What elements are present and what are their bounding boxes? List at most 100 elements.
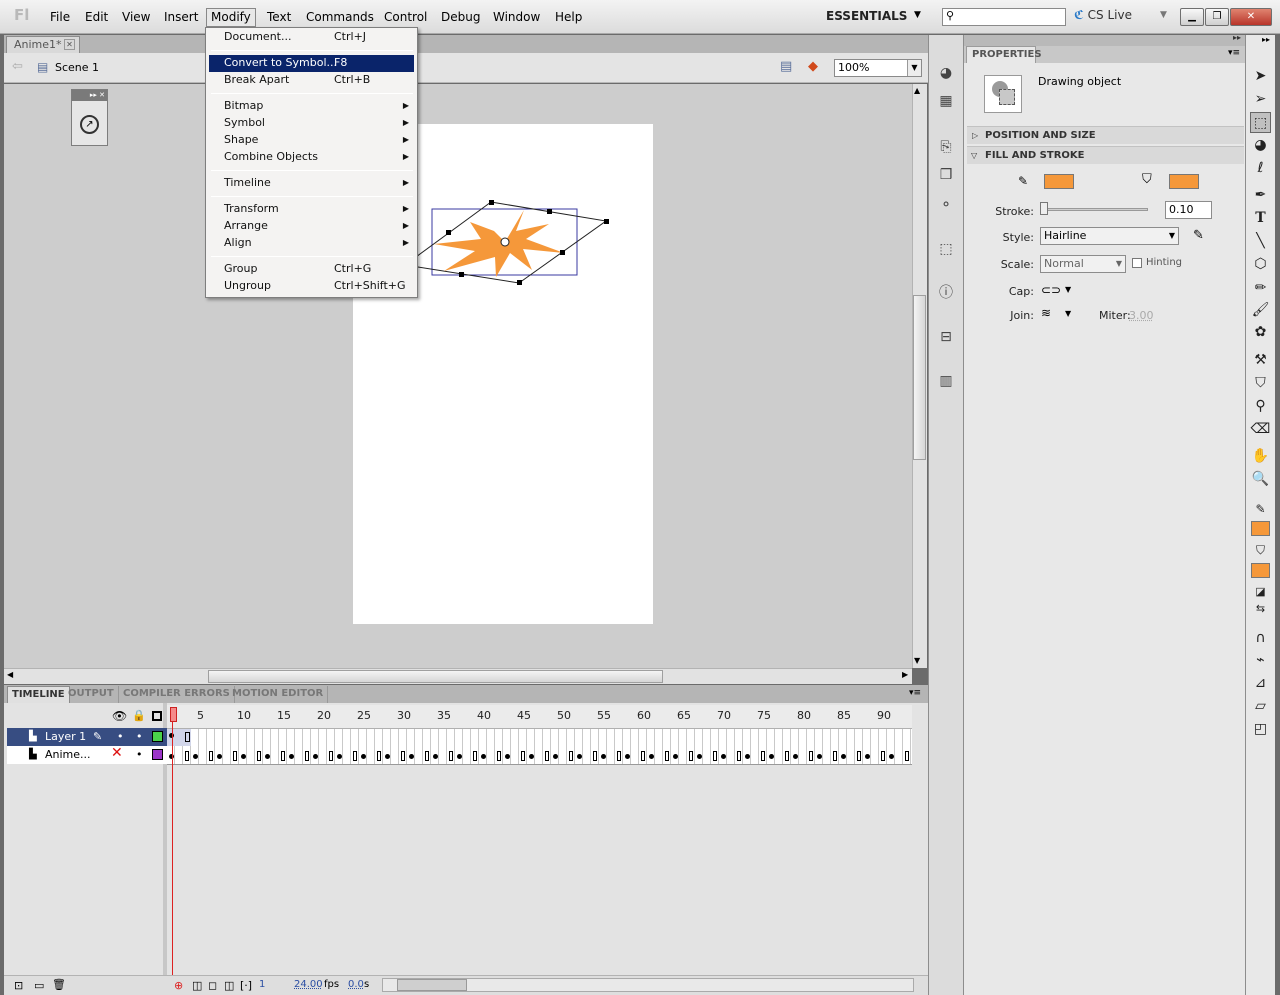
frame-dot[interactable] — [457, 754, 462, 759]
frame-dot[interactable] — [889, 754, 894, 759]
workspace-switcher[interactable]: ESSENTIALS — [826, 9, 907, 23]
frame-dot[interactable] — [505, 754, 510, 759]
frame-dot[interactable] — [745, 754, 750, 759]
eraser-tool-icon[interactable]: ⌫ — [1250, 419, 1271, 440]
elapsed-time[interactable]: 0.0 — [348, 979, 364, 990]
menu-control[interactable]: Control — [380, 9, 431, 26]
transform-handle[interactable] — [560, 250, 565, 255]
outline-icon[interactable] — [152, 711, 162, 721]
frame-dot[interactable] — [217, 754, 222, 759]
menu-item-group[interactable]: Group Ctrl+G — [209, 261, 414, 278]
brush-tool-icon[interactable]: 🖌 — [1250, 300, 1271, 321]
bone-tool-icon[interactable]: ⚒ — [1250, 350, 1271, 371]
transform-point-handle[interactable] — [500, 237, 510, 247]
menu-item-shape[interactable]: Shape ▶ — [209, 132, 414, 149]
onion-outlines-icon[interactable]: ◻ — [208, 979, 217, 992]
playhead[interactable] — [170, 707, 177, 722]
scroll-up-icon[interactable]: ▲ — [914, 86, 920, 95]
frame-dot[interactable] — [289, 754, 294, 759]
document-tab[interactable]: Anime1* ✕ — [6, 36, 80, 53]
swatches-grid-icon[interactable]: ▦ — [934, 90, 958, 112]
position-size-section[interactable]: ▷ POSITION AND SIZE — [967, 126, 1244, 144]
frame-dot[interactable] — [673, 754, 678, 759]
info-icon[interactable]: ⓘ — [934, 282, 958, 304]
frame-dot[interactable] — [721, 754, 726, 759]
rotate-skew-icon[interactable]: ▱ — [1250, 696, 1271, 717]
edit-multiple-frames-icon[interactable]: ◫ — [224, 979, 234, 992]
layer-row-layer1[interactable]: ▙ Layer 1 ✎ • • — [7, 728, 167, 746]
panel-menu-icon[interactable]: ▾≡ — [909, 688, 921, 698]
subselection-tool-icon[interactable]: ➢ — [1250, 89, 1271, 110]
stroke-color-swatch[interactable] — [1044, 174, 1074, 189]
timeline-hscrollbar[interactable] — [382, 978, 914, 992]
frame-dot[interactable] — [577, 754, 582, 759]
menu-modify[interactable]: Modify — [206, 8, 256, 27]
delete-layer-icon[interactable]: 🗑 — [52, 978, 66, 991]
menu-item-arrange[interactable]: Arrange ▶ — [209, 218, 414, 235]
transform-handle[interactable] — [547, 209, 552, 214]
line-tool-icon[interactable]: ╲ — [1250, 231, 1271, 252]
vertical-scroll-thumb[interactable] — [913, 295, 926, 460]
hand-tool-icon[interactable]: ✋ — [1250, 446, 1271, 467]
back-arrow-icon[interactable]: ⇦ — [12, 59, 23, 74]
menu-item-break-apart[interactable]: Break Apart Ctrl+B — [209, 72, 414, 89]
swap-colors-icon[interactable]: ⇆ — [1250, 598, 1271, 619]
floating-panel[interactable]: ▸▸ ✕ ↗ — [71, 89, 108, 146]
edit-symbols-icon[interactable]: ◆ — [808, 59, 818, 74]
pen-tool-icon[interactable]: ✒ — [1250, 185, 1271, 206]
frame-dot[interactable] — [433, 754, 438, 759]
selection-tool-icon[interactable]: ➤ — [1250, 66, 1271, 87]
frame-dot[interactable] — [193, 754, 198, 759]
miter-value[interactable]: 3.00 — [1129, 309, 1154, 322]
horizontal-scroll-thumb[interactable] — [208, 670, 663, 683]
toolbar-stroke-swatch[interactable] — [1251, 521, 1270, 536]
transform-handle[interactable] — [446, 230, 451, 235]
3d-rotation-tool-icon[interactable]: ◕ — [1250, 135, 1271, 156]
frame-dot[interactable] — [649, 754, 654, 759]
help-search-input[interactable]: ⚲ — [942, 8, 1066, 26]
frame-dot[interactable] — [697, 754, 702, 759]
scroll-left-icon[interactable]: ◀ — [7, 670, 13, 679]
zoom-select[interactable]: 100% ▼ — [834, 59, 922, 77]
fill-color-swatch[interactable] — [1169, 174, 1199, 189]
tab-motion-editor[interactable]: MOTION EDITOR — [228, 686, 329, 703]
modify-markers-icon[interactable]: [·] — [240, 979, 252, 992]
frame-dot[interactable] — [337, 754, 342, 759]
close-tab-icon[interactable]: ✕ — [64, 39, 75, 50]
chevron-down-icon[interactable]: ▼ — [1065, 285, 1071, 294]
menu-item-align[interactable]: Align ▶ — [209, 235, 414, 252]
actions-code-icon[interactable]: ⎘ — [934, 136, 958, 158]
frame-dot[interactable] — [625, 754, 630, 759]
frame-dot[interactable] — [313, 754, 318, 759]
menu-item-timeline[interactable]: Timeline ▶ — [209, 175, 414, 192]
transform-icon[interactable]: ⬚ — [934, 238, 958, 260]
outline-color-swatch[interactable] — [152, 749, 163, 760]
menu-commands[interactable]: Commands — [302, 9, 378, 26]
frame-dot[interactable] — [385, 754, 390, 759]
menu-view[interactable]: View — [118, 9, 154, 26]
free-transform-tool-icon[interactable]: ⬚ — [1250, 112, 1271, 133]
scroll-down-icon[interactable]: ▼ — [914, 656, 920, 665]
frame-dot[interactable] — [601, 754, 606, 759]
frame-dot[interactable] — [769, 754, 774, 759]
onion-skin-icon[interactable]: ◫ — [192, 979, 202, 992]
restore-button[interactable]: ❐ — [1205, 8, 1229, 26]
frame-dot[interactable] — [865, 754, 870, 759]
new-folder-icon[interactable]: ▭ — [34, 979, 44, 992]
collapse-tools-icon[interactable]: ▸▸ — [1262, 35, 1270, 44]
menu-file[interactable]: File — [46, 9, 74, 26]
close-button[interactable]: ✕ — [1230, 8, 1272, 26]
menu-item-symbol[interactable]: Symbol ▶ — [209, 115, 414, 132]
anime-frames[interactable] — [167, 747, 912, 765]
frame-dot[interactable] — [361, 754, 366, 759]
frame-dot[interactable] — [553, 754, 558, 759]
eyedropper-tool-icon[interactable]: ⚲ — [1250, 396, 1271, 417]
frame-dot[interactable] — [817, 754, 822, 759]
components-icon[interactable]: ❒ — [934, 164, 958, 186]
paint-bucket-tool-icon[interactable]: ⛉ — [1250, 373, 1271, 394]
zoom-tool-icon[interactable]: 🔍 — [1250, 469, 1271, 490]
toolbar-fill-swatch[interactable] — [1251, 563, 1270, 578]
align-icon[interactable]: ⊟ — [934, 326, 958, 348]
fps-value[interactable]: 24.00 — [294, 979, 323, 990]
scale-icon[interactable]: ◰ — [1250, 719, 1271, 740]
